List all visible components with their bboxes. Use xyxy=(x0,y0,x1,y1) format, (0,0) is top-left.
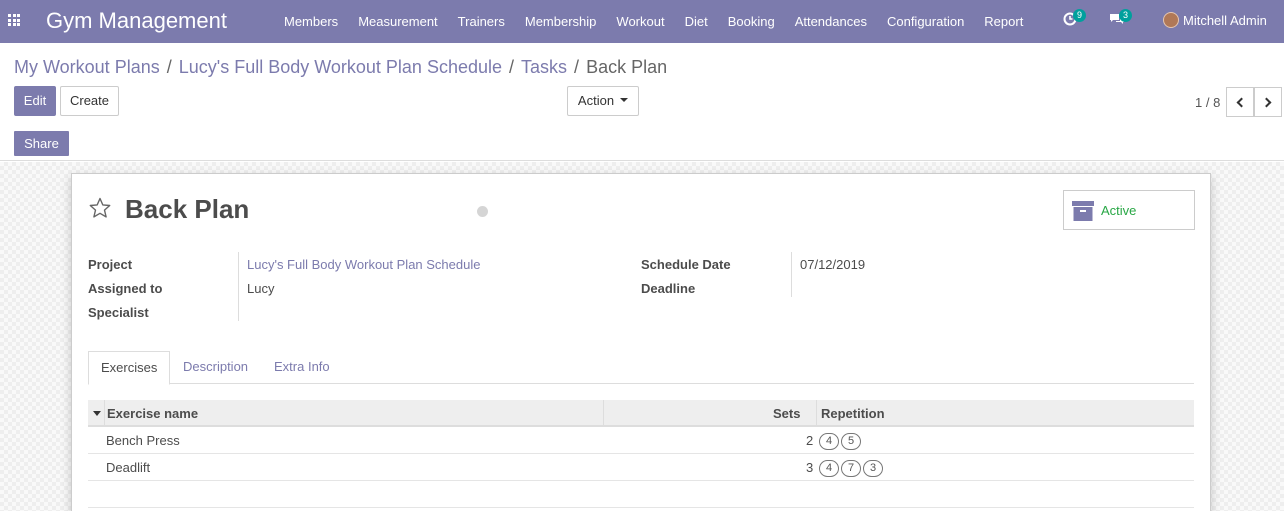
breadcrumb-my-workout-plans[interactable]: My Workout Plans xyxy=(14,57,160,78)
breadcrumb-separator: / xyxy=(574,57,580,77)
action-label: Action xyxy=(577,93,615,108)
breadcrumb-separator: / xyxy=(509,57,515,77)
user-avatar[interactable] xyxy=(1163,12,1179,28)
form-view-background: Back Plan Active Project Lucy's Full Bod… xyxy=(0,162,1284,511)
pager-value[interactable]: 1 / 8 xyxy=(1195,95,1220,110)
menu-item-attendances[interactable]: Attendances xyxy=(785,0,877,43)
breadcrumb: My Workout Plans / Lucy's Full Body Work… xyxy=(14,57,667,78)
chevron-left-icon xyxy=(1236,97,1247,107)
menu-item-report[interactable]: Report xyxy=(974,0,1033,43)
messages-menu[interactable]: 3 xyxy=(1109,9,1133,29)
menu-item-workout[interactable]: Workout xyxy=(606,0,674,43)
form-sheet: Back Plan Active Project Lucy's Full Bod… xyxy=(71,173,1211,511)
share-button[interactable]: Share xyxy=(14,131,69,156)
pager-next-button[interactable] xyxy=(1254,87,1282,117)
column-header-exercise-name[interactable]: Exercise name xyxy=(107,400,198,427)
repetition-cell: 45 xyxy=(819,427,863,454)
tab-exercises[interactable]: Exercises xyxy=(88,351,171,385)
table-row[interactable]: Bench Press 2 45 xyxy=(88,427,1194,454)
menu-item-trainers[interactable]: Trainers xyxy=(448,0,515,43)
assigned-to-label: Assigned to xyxy=(88,281,163,296)
column-divider xyxy=(816,400,817,427)
exercise-name-cell: Bench Press xyxy=(106,433,180,448)
table-row[interactable]: Deadlift 3 473 xyxy=(88,454,1194,481)
breadcrumb-separator: / xyxy=(166,57,172,77)
repetition-tag: 3 xyxy=(863,460,883,478)
exercise-name-cell: Deadlift xyxy=(106,460,151,475)
specialist-label: Specialist xyxy=(88,305,149,320)
record-title[interactable]: Back Plan xyxy=(125,194,249,225)
notebook-tabs: Exercises Description Extra Info xyxy=(88,351,1194,385)
menu-item-booking[interactable]: Booking xyxy=(718,0,785,43)
apps-grid-icon[interactable] xyxy=(8,14,20,26)
top-navbar: Gym Management Members Measurement Train… xyxy=(0,0,1284,43)
star-outline-icon[interactable] xyxy=(88,196,112,220)
tab-extra-info[interactable]: Extra Info xyxy=(262,351,342,384)
menu-item-configuration[interactable]: Configuration xyxy=(877,0,974,43)
deadline-label: Deadline xyxy=(641,281,696,296)
active-status-label: Active xyxy=(1101,203,1137,218)
menu-item-membership[interactable]: Membership xyxy=(515,0,607,43)
activity-count-badge: 9 xyxy=(1073,9,1087,22)
messages-count-badge: 3 xyxy=(1119,9,1133,22)
kanban-state-indicator[interactable] xyxy=(477,206,488,217)
app-brand[interactable]: Gym Management xyxy=(46,8,227,34)
chevron-right-icon xyxy=(1261,97,1272,107)
repetition-cell: 473 xyxy=(819,454,885,481)
table-header: Exercise name Sets Repetition xyxy=(88,400,1194,427)
menu-item-members[interactable]: Members xyxy=(274,0,348,43)
table-row-empty xyxy=(88,481,1194,508)
control-panel: My Workout Plans / Lucy's Full Body Work… xyxy=(0,43,1284,161)
repetition-tag: 4 xyxy=(819,433,839,451)
action-dropdown[interactable]: Action xyxy=(567,86,639,116)
repetition-tag: 5 xyxy=(841,433,861,451)
create-button[interactable]: Create xyxy=(60,86,119,116)
column-divider xyxy=(104,400,105,427)
user-menu[interactable]: Mitchell Admin xyxy=(1183,13,1267,28)
activity-menu[interactable]: 9 xyxy=(1063,9,1087,29)
assigned-to-value[interactable]: Lucy xyxy=(247,281,274,296)
active-toggle-button[interactable]: Active xyxy=(1063,190,1195,230)
field-divider xyxy=(791,252,792,297)
schedule-date-label: Schedule Date xyxy=(641,257,731,272)
caret-down-icon xyxy=(620,97,629,102)
project-label: Project xyxy=(88,257,133,272)
exercises-table: Exercise name Sets Repetition Bench Pres… xyxy=(88,400,1194,508)
project-link[interactable]: Lucy's Full Body Workout Plan Schedule xyxy=(247,257,480,272)
repetition-tag: 7 xyxy=(841,460,861,478)
sets-cell: 2 xyxy=(806,433,814,448)
field-divider xyxy=(238,252,239,321)
breadcrumb-plan-schedule[interactable]: Lucy's Full Body Workout Plan Schedule xyxy=(179,57,502,78)
column-header-sets[interactable]: Sets xyxy=(773,400,800,427)
tab-description[interactable]: Description xyxy=(171,351,260,384)
column-divider xyxy=(603,400,604,427)
menu-item-measurement[interactable]: Measurement xyxy=(348,0,447,43)
menu-item-diet[interactable]: Diet xyxy=(675,0,718,43)
edit-button[interactable]: Edit xyxy=(14,86,56,116)
sets-cell: 3 xyxy=(806,460,814,475)
breadcrumb-current: Back Plan xyxy=(586,57,668,77)
pager-previous-button[interactable] xyxy=(1226,87,1254,117)
schedule-date-value[interactable]: 07/12/2019 xyxy=(800,257,865,272)
breadcrumb-tasks[interactable]: Tasks xyxy=(521,57,567,78)
caret-down-icon[interactable] xyxy=(93,411,101,416)
column-header-repetition[interactable]: Repetition xyxy=(821,400,885,427)
archive-box-icon xyxy=(1072,201,1094,221)
repetition-tag: 4 xyxy=(819,460,839,478)
main-menu: Members Measurement Trainers Membership … xyxy=(274,0,1033,43)
